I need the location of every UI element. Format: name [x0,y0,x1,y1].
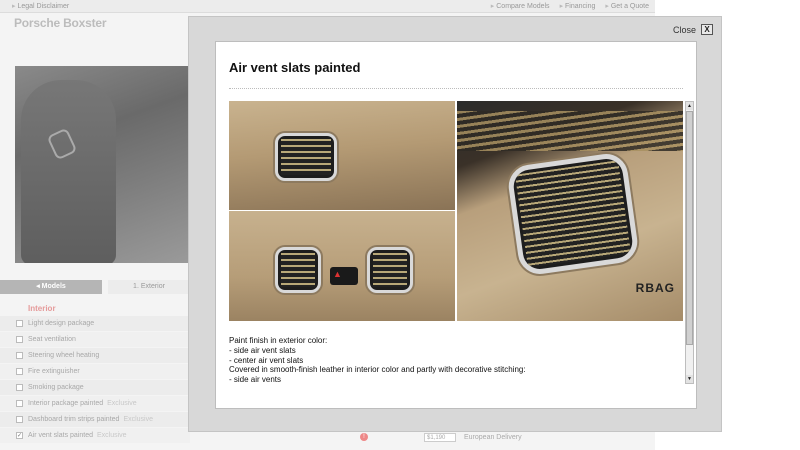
air-vent-icon [505,151,641,277]
tab-models[interactable]: Models [0,280,102,294]
seat-shape [21,80,116,263]
modal-title: Air vent slats painted [229,60,361,75]
options-list: Light design package Seat ventilation St… [0,316,190,444]
option-row[interactable]: Seat ventilation [0,332,190,348]
car-interior-image [15,66,190,263]
air-vent-icon [275,247,321,293]
option-label: Seat ventilation [28,336,76,343]
option-checkbox[interactable] [16,400,23,407]
top-right-links: Compare Models Financing Get a Quote [491,2,649,10]
option-label: Smoking package [28,384,84,391]
option-label: Steering wheel heating [28,352,100,359]
info-icon[interactable]: ! [360,433,368,441]
european-delivery-link[interactable]: European Delivery [464,434,522,441]
description-line: - side air vent slats [229,345,296,355]
content-scrollbar[interactable]: ▲ ▼ [685,101,694,384]
page-title: Porsche Boxster [14,16,107,30]
close-button[interactable]: Close X [673,24,713,35]
airbag-label: RBAG [635,281,675,295]
option-checkbox[interactable] [16,384,23,391]
option-label: Fire extinguisher [28,368,80,375]
option-checkbox-checked[interactable]: ✓ [16,432,23,439]
price-footer: ! $1,190 European Delivery [360,430,660,444]
air-vent-icon [367,247,413,293]
exclusive-badge: Exclusive [107,400,137,407]
tab-exterior[interactable]: 1. Exterior [108,280,190,294]
option-row[interactable]: Fire extinguisher [0,364,190,380]
option-label: Air vent slats painted [28,432,93,439]
photo-dual-vents [229,211,455,321]
option-checkbox[interactable] [16,336,23,343]
option-label: Light design package [28,320,95,327]
air-vent-icon [275,133,337,181]
section-title-interior: Interior [28,304,56,313]
option-label: Interior package painted [28,400,104,407]
description-line: Paint finish in exterior color: [229,336,328,345]
modal-content: Air vent slats painted RBAG ▲ ▼ Paint [215,41,697,409]
dashboard-slats [457,111,683,151]
option-detail-modal: Close X Air vent slats painted RBAG ▲ ▼ [188,16,722,432]
legal-disclaimer-link[interactable]: Legal Disclaimer [12,2,69,10]
financing-link[interactable]: Financing [560,2,595,10]
exclusive-badge: Exclusive [123,416,154,423]
option-row[interactable]: Light design package [0,316,190,332]
option-row[interactable]: Interior package painted Exclusive [0,396,190,412]
option-row[interactable]: ✓ Air vent slats painted Exclusive [0,428,190,444]
option-checkbox[interactable] [16,320,23,327]
close-icon[interactable]: X [701,24,713,35]
option-row[interactable]: Smoking package [0,380,190,396]
config-tabs: Models 1. Exterior [0,280,190,294]
option-checkbox[interactable] [16,368,23,375]
option-description: Paint finish in exterior color: - side a… [229,336,679,385]
compare-models-link[interactable]: Compare Models [491,2,549,10]
price-select[interactable]: $1,190 [424,432,456,442]
top-bar: Legal Disclaimer Compare Models Financin… [0,0,655,13]
description-line: - side air vents [229,375,282,385]
photo-gallery: RBAG [229,101,683,321]
option-checkbox[interactable] [16,416,23,423]
description-line: - center air vent slats [229,355,304,365]
photo-side-vent: RBAG [457,101,683,321]
scroll-up-icon[interactable]: ▲ [686,102,693,110]
get-a-quote-link[interactable]: Get a Quote [605,2,649,10]
option-row[interactable]: Steering wheel heating [0,348,190,364]
option-checkbox[interactable] [16,352,23,359]
exclusive-badge: Exclusive [96,432,127,439]
option-label: Dashboard trim strips painted [28,416,120,423]
scroll-thumb[interactable] [686,111,693,345]
photo-center-vent [229,101,455,210]
close-label: Close [672,24,696,35]
title-divider [229,88,683,89]
hazard-button-icon [330,267,358,285]
description-line: Covered in smooth-finish leather in inte… [229,365,526,375]
option-row[interactable]: Dashboard trim strips painted Exclusive [0,412,190,428]
scroll-down-icon[interactable]: ▼ [686,375,693,383]
